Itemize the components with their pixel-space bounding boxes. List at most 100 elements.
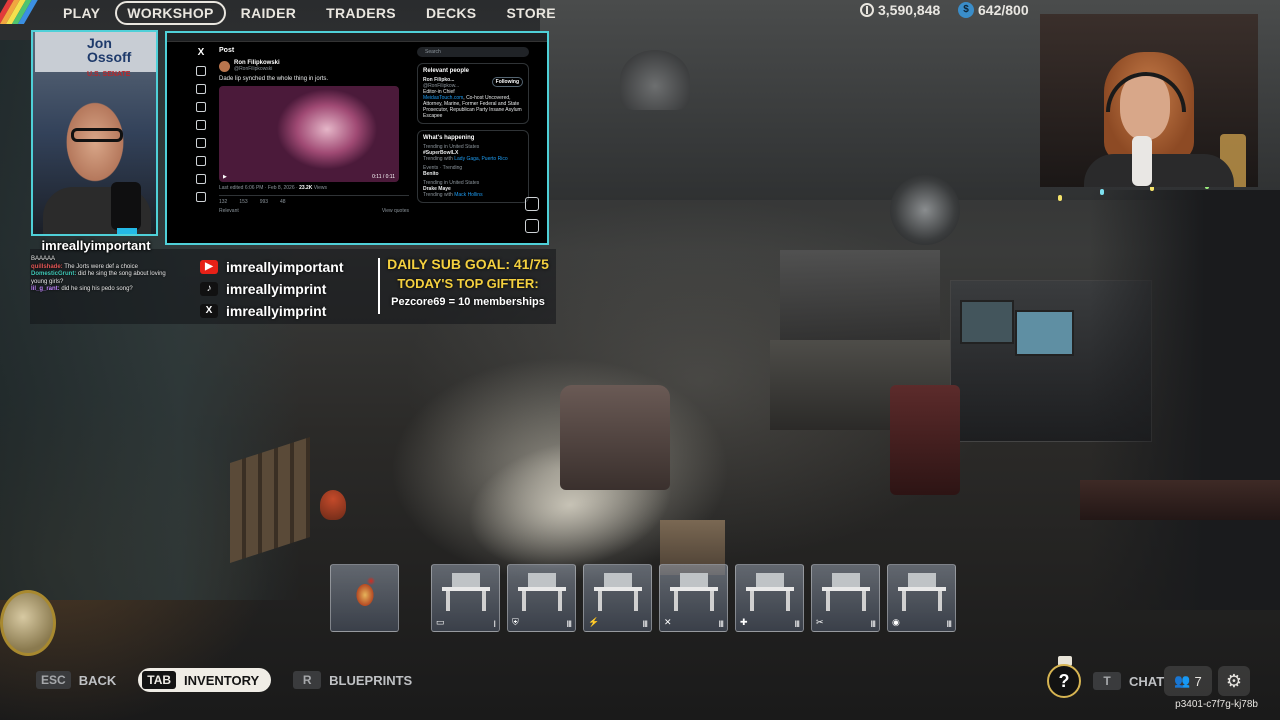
reply-count: 132: [219, 199, 228, 205]
shirt: [1084, 154, 1234, 187]
nav-store[interactable]: STORE: [491, 1, 570, 25]
hotbar-slot-rooster[interactable]: [330, 564, 399, 632]
r-key[interactable]: R: [293, 671, 322, 689]
trend-item: Trending in United States Drake Maye Tre…: [423, 180, 483, 198]
trend-item: Trending in United States #SuperBowlLX T…: [423, 144, 508, 162]
level-indicator: III: [642, 619, 647, 629]
hotbar-spacer: [406, 564, 424, 632]
tweet-text: Dade lip synched the whole thing in jort…: [219, 76, 329, 82]
inventory-label: INVENTORY: [184, 672, 260, 688]
x-handle: imreallyimprint: [226, 303, 327, 319]
storage-display[interactable]: $ 642/800: [958, 2, 1029, 18]
video-time: 0:11 / 0:11: [372, 174, 395, 180]
level-indicator: I: [493, 619, 495, 629]
messages-icon: [196, 120, 206, 130]
social-links: ▶ imreallyimportant ♪ imreallyimprint X …: [200, 256, 343, 322]
tab-key: TAB: [142, 671, 177, 689]
divider: [378, 258, 380, 314]
mic-light: [117, 228, 137, 234]
chat-message: lil_g_rant: did he sing his pedo song?: [31, 286, 133, 292]
coin-icon: [860, 3, 874, 17]
party-button[interactable]: 👥 7: [1164, 666, 1212, 696]
nav-workshop[interactable]: WORKSHOP: [115, 1, 226, 25]
category-icon: ✂: [816, 617, 824, 627]
hotbar-slot-weapon-bench[interactable]: ✕ III: [659, 564, 728, 632]
inventory-button[interactable]: TAB INVENTORY: [138, 668, 272, 692]
nav-traders[interactable]: TRADERS: [311, 1, 411, 25]
glasses: [71, 128, 123, 142]
workshop-hotbar: ▭ I ⛨ III ⚡ III ✕ III ✚ III ✂ III ◉ III: [330, 564, 956, 632]
x-icon: X: [200, 304, 218, 318]
level-indicator: III: [870, 619, 875, 629]
hotbar-slot-refiner[interactable]: ⚡ III: [583, 564, 652, 632]
coins-display: 3,590,848: [860, 2, 940, 18]
nav-raider[interactable]: RAIDER: [226, 1, 311, 25]
armchair: [560, 385, 670, 490]
level-indicator: III: [946, 619, 951, 629]
console-screen: [960, 300, 1014, 344]
workbench-thumb: [670, 573, 718, 613]
nav-decks[interactable]: DECKS: [411, 1, 492, 25]
workbench-thumb: [518, 573, 566, 613]
twitter-sidebar: X: [191, 47, 211, 210]
rooster[interactable]: [320, 490, 346, 520]
rooster-thumb: [341, 573, 389, 613]
author-handle: @RonFilipkowski: [234, 66, 273, 72]
twitter-right-column: Search Relevant people Following Ron Fil…: [417, 47, 529, 203]
rp-bio: Editor-in Chief MeidasTouch.com, Co-host …: [423, 89, 522, 119]
twitter-search: Search: [417, 47, 529, 57]
streamer-webcam-right: [1040, 14, 1258, 187]
workbench-thumb: [594, 573, 642, 613]
storage-icon: $: [958, 2, 974, 18]
tweet-footer: Relevant View quotes: [219, 208, 409, 214]
social-youtube: ▶ imreallyimportant: [200, 256, 343, 278]
category-icon: ⛨: [512, 617, 519, 627]
streamer-name: imreallyimportant: [41, 238, 151, 253]
bookmarks-icon: [196, 156, 206, 166]
surgical-lamp: [890, 175, 960, 245]
shelf-rack: [780, 250, 940, 340]
chat-button[interactable]: T CHAT: [1093, 672, 1164, 690]
messages-fab-icon: [525, 219, 539, 233]
help-button[interactable]: ?: [1047, 664, 1081, 698]
hotbar-slot-explosives-station[interactable]: ◉ III: [887, 564, 956, 632]
esc-key[interactable]: ESC: [36, 671, 71, 689]
level-indicator: III: [566, 619, 571, 629]
daily-sub-goal: DAILY SUB GOAL: 41/75: [387, 256, 549, 272]
more-icon: [196, 192, 206, 202]
back-button[interactable]: BACK: [79, 673, 117, 688]
workbench-thumb: [822, 573, 870, 613]
chat-message: quillshade: The Jorts were def a choice: [31, 263, 138, 270]
globe: [0, 590, 56, 656]
relevant-people-title: Relevant people: [423, 68, 470, 74]
coins-value: 3,590,848: [878, 2, 941, 18]
repost-count: 153: [239, 199, 248, 205]
session-id: p3401-c7f7g-kj78b: [1175, 699, 1258, 710]
tiktok-handle: imreallyimprint: [226, 281, 327, 297]
settings-gear-icon[interactable]: ⚙: [1218, 666, 1250, 696]
tweet-actions: 132 153 993 48: [219, 195, 409, 205]
microphone: [1132, 136, 1152, 186]
game-logo: [0, 0, 41, 24]
youtube-handle: imreallyimportant: [226, 259, 344, 275]
hotbar-slot-gear-bench[interactable]: ▭ I: [431, 564, 500, 632]
nav-play[interactable]: PLAY: [48, 1, 115, 25]
poster-text: Jon Ossoff U.S. SENATE: [87, 35, 132, 78]
video-controls: ▶ 0:11 / 0:11: [223, 174, 395, 180]
hotbar-slot-medical-lab[interactable]: ✚ III: [735, 564, 804, 632]
twitter-browser-capture: X Post Ron Filipkowski @RonFilipkowski D…: [165, 31, 549, 245]
social-tiktok: ♪ imreallyimprint: [200, 278, 343, 300]
tweet-video: ▶ 0:11 / 0:11: [219, 86, 399, 182]
level-indicator: III: [718, 619, 723, 629]
blueprints-button[interactable]: BLUEPRINTS: [329, 673, 412, 688]
right-shadow: [1090, 190, 1280, 610]
hotbar-slot-utility-station[interactable]: ✂ III: [811, 564, 880, 632]
stream-chat: BAAAAA quillshade: The Jorts were def a …: [31, 256, 176, 294]
tweet-author: Ron Filipkowski @RonFilipkowski: [219, 60, 409, 72]
t-key: T: [1093, 672, 1121, 690]
tweet-meta: Last edited 6:06 PM · Feb 8, 2026 · 23.2…: [219, 185, 328, 191]
category-icon: ◉: [892, 617, 900, 627]
hotbar-slot-gunsmith[interactable]: ⛨ III: [507, 564, 576, 632]
main-nav: PLAY WORKSHOP RAIDER TRADERS DECKS STORE: [48, 0, 571, 26]
explore-icon: [196, 84, 206, 94]
